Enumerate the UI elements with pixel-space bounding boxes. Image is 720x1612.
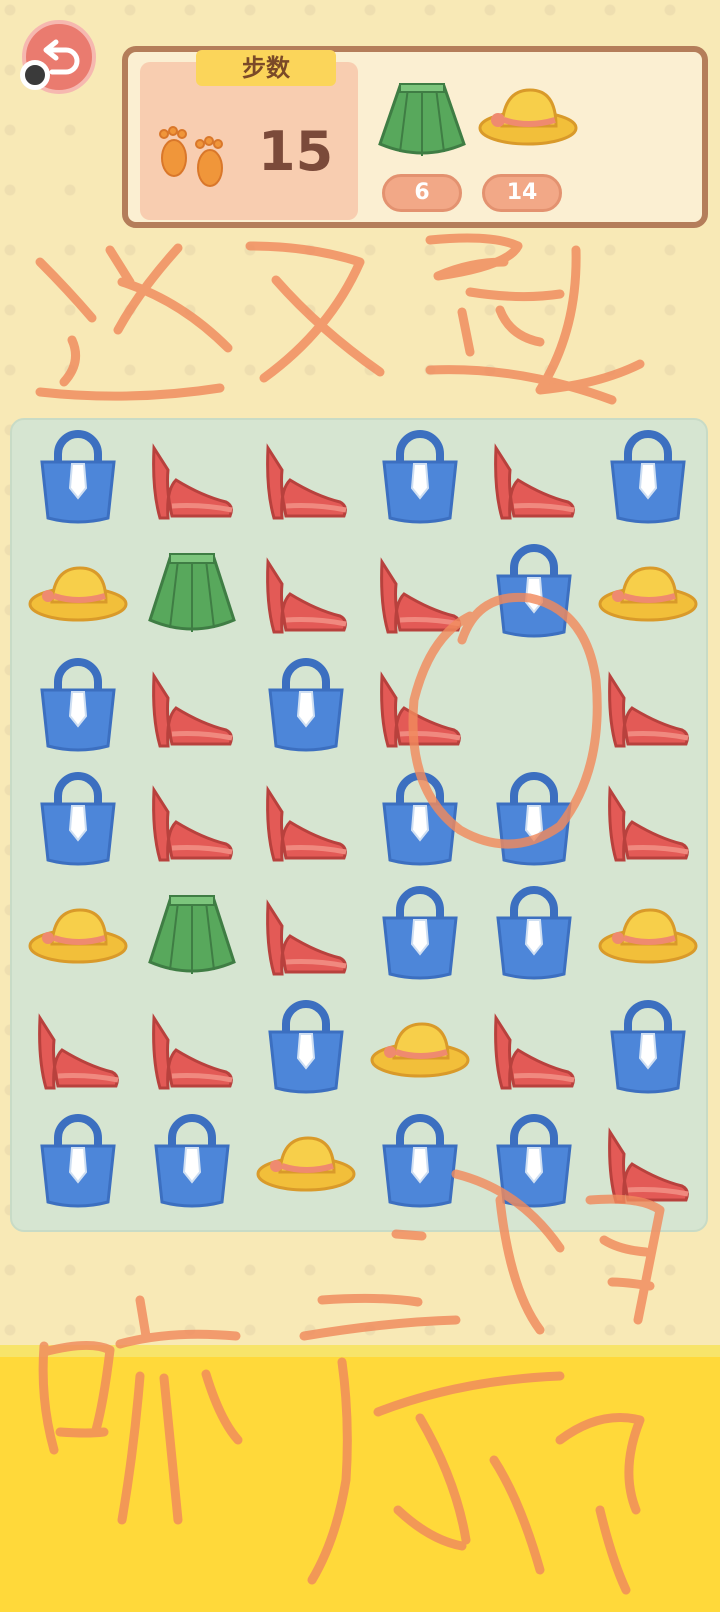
steps-box: 步数 15 [140,50,358,220]
bag-icon [496,772,572,866]
hat-icon [598,908,698,964]
board-tile[interactable] [476,1106,592,1222]
board-tile[interactable] [590,764,706,880]
bag-icon [40,430,116,524]
bag-icon [496,1114,572,1208]
floating-dot[interactable] [20,60,50,90]
bag-icon [610,430,686,524]
board-tile[interactable] [476,992,592,1108]
board-tile[interactable] [20,422,136,538]
board-tile[interactable] [590,878,706,994]
bag-icon [40,1114,116,1208]
board-tile[interactable] [590,650,706,766]
game-board [10,418,708,1232]
high-heel-icon [152,1013,233,1090]
board-tile[interactable] [362,536,478,652]
high-heel-icon [608,1127,689,1204]
hat-icon [598,566,698,622]
bag-icon [40,772,116,866]
board-tile[interactable] [134,992,250,1108]
board-tile[interactable] [248,422,364,538]
board-tile[interactable] [362,650,478,766]
board-tile[interactable] [20,536,136,652]
board-tile[interactable] [134,764,250,880]
bag-icon [610,1000,686,1094]
board-tile[interactable] [476,422,592,538]
board-tile[interactable] [134,1106,250,1222]
board-tile[interactable] [248,536,364,652]
board-tile[interactable] [362,1106,478,1222]
bag-icon [382,1114,458,1208]
goal-count-hat: 14 [482,174,562,212]
steps-label: 步数 [196,50,336,86]
footprints-icon [159,126,223,187]
bag-icon [268,1000,344,1094]
board-tile[interactable] [248,650,364,766]
board-tile[interactable] [134,536,250,652]
high-heel-icon [266,557,347,634]
board-tile[interactable] [590,422,706,538]
high-heel-icon [152,443,233,520]
bag-icon [268,658,344,752]
steps-count: 15 [258,120,334,183]
high-heel-icon [38,1013,119,1090]
bottom-bar [0,1345,720,1612]
board-tile[interactable] [20,1106,136,1222]
high-heel-icon [266,443,347,520]
high-heel-icon [380,557,461,634]
board-tile[interactable] [20,764,136,880]
hat-icon [478,88,578,146]
bag-icon [382,772,458,866]
bag-icon [154,1114,230,1208]
high-heel-icon [608,785,689,862]
high-heel-icon [152,785,233,862]
high-heel-icon [266,899,347,976]
board-tile[interactable] [134,422,250,538]
high-heel-icon [266,785,347,862]
high-heel-icon [608,671,689,748]
hat-icon [28,566,128,622]
goal-skirt: 6 [374,80,470,212]
board-tile[interactable] [362,992,478,1108]
board-tile[interactable] [20,650,136,766]
board-tile[interactable] [590,1106,706,1222]
high-heel-icon [494,1013,575,1090]
hat-icon [370,1022,470,1078]
board-tile[interactable] [590,992,706,1108]
high-heel-icon [494,443,575,520]
skirt-icon [378,83,466,156]
skirt-icon [148,895,236,974]
board-tile[interactable] [248,992,364,1108]
board-tile[interactable] [248,878,364,994]
bag-icon [40,658,116,752]
board-tile[interactable] [134,650,250,766]
hat-icon [28,908,128,964]
high-heel-icon [152,671,233,748]
board-tile[interactable] [20,992,136,1108]
board-tile[interactable] [476,536,592,652]
board-tile[interactable] [476,650,592,766]
board-tile[interactable] [248,1106,364,1222]
board-tile[interactable] [362,764,478,880]
bag-icon [382,886,458,980]
board-tile[interactable] [590,536,706,652]
board-tile[interactable] [248,764,364,880]
goal-count-skirt: 6 [382,174,462,212]
hat-icon [256,1136,356,1192]
board-tile[interactable] [20,878,136,994]
bag-icon [496,544,572,638]
board-tile[interactable] [362,878,478,994]
board-tile[interactable] [476,878,592,994]
skirt-icon [148,553,236,632]
goal-hat: 14 [478,80,578,212]
board-tile[interactable] [134,878,250,994]
bag-icon [382,430,458,524]
bag-icon [496,886,572,980]
board-tile[interactable] [476,764,592,880]
board-tile[interactable] [362,422,478,538]
high-heel-icon [380,671,461,748]
status-panel: 步数 15 6 14 [122,46,708,228]
